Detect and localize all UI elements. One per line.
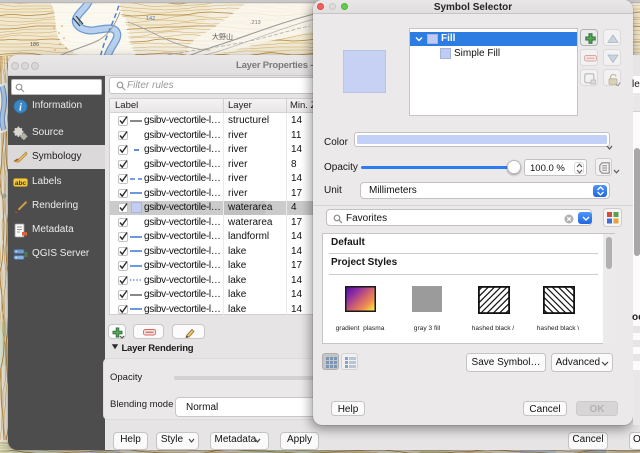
svg-text:142: 142	[146, 16, 155, 22]
svg-text:大野山: 大野山	[212, 32, 233, 41]
svg-text:186: 186	[30, 42, 39, 48]
svg-text:i: i	[19, 102, 22, 113]
svg-text:abc: abc	[15, 180, 27, 187]
svg-text:.213: .213	[250, 20, 261, 26]
